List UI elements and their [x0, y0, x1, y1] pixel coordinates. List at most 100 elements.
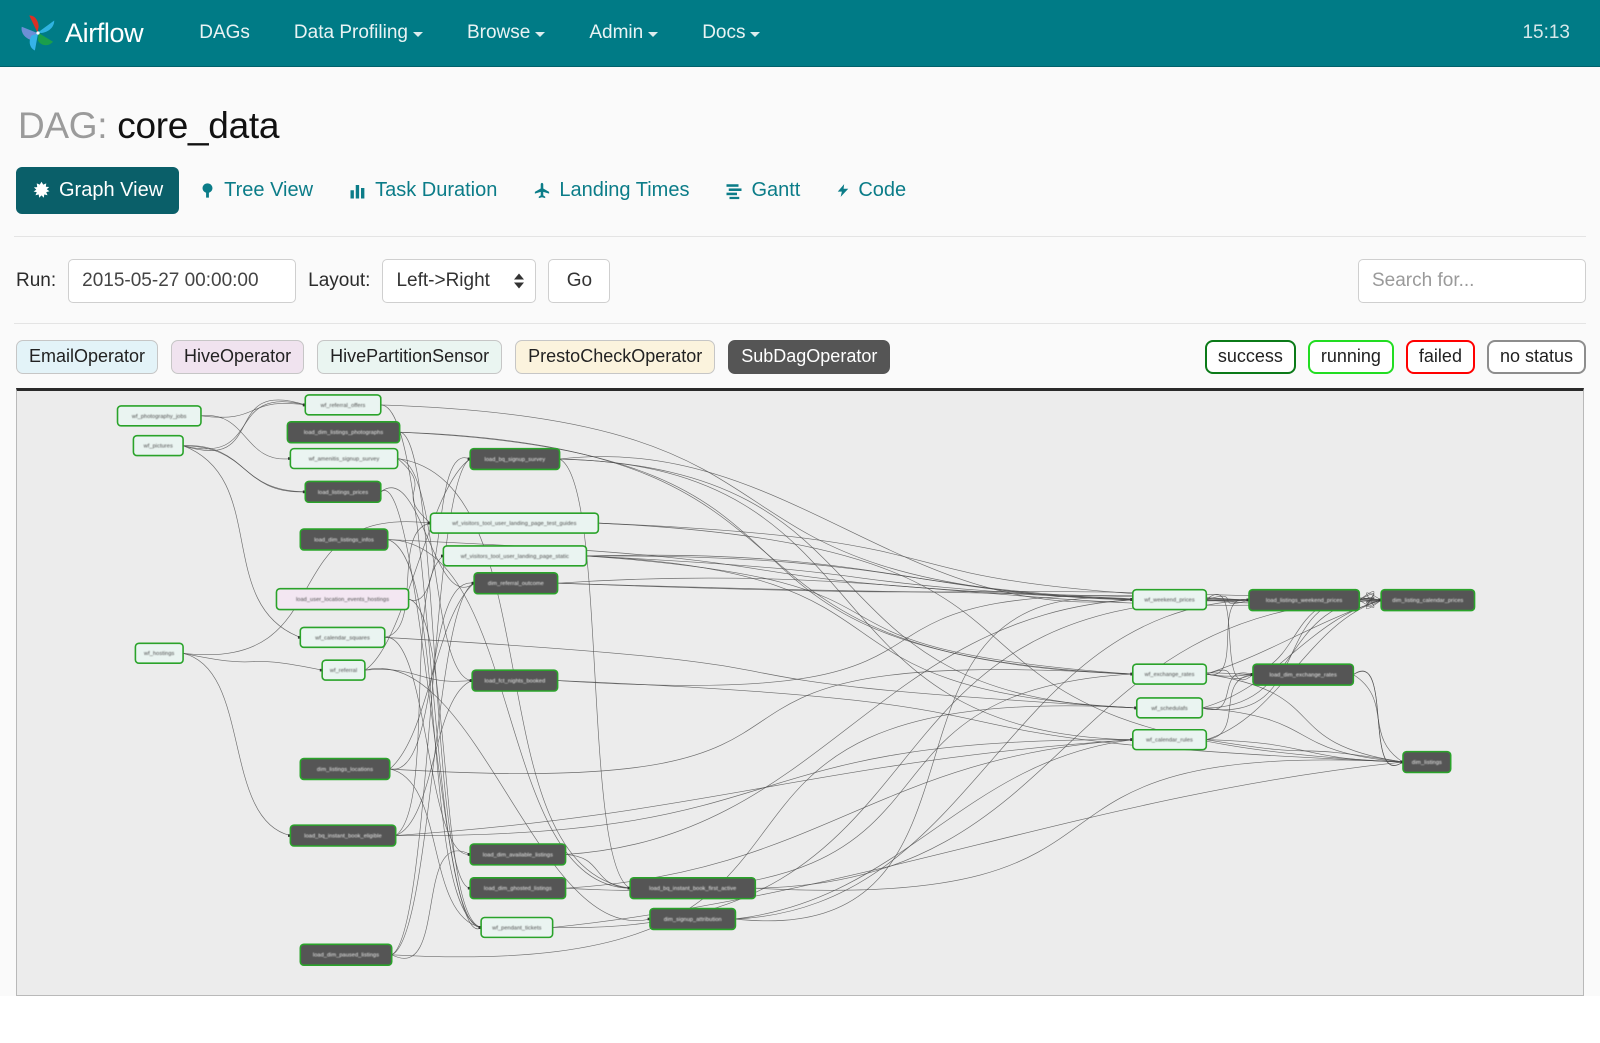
graph-node-box[interactable] [300, 944, 391, 965]
graph-node[interactable]: dim_listing_calendar_prices [1381, 590, 1474, 611]
graph-node[interactable]: load_dim_listings_photographs [287, 422, 399, 443]
layout-select-value[interactable]: Left->Right [382, 259, 536, 303]
graph-node-box[interactable] [630, 878, 755, 899]
tab-graph-view[interactable]: Graph View [16, 167, 179, 214]
graph-node-box[interactable] [290, 825, 395, 846]
graph-node[interactable]: load_listings_weekend_prices [1249, 590, 1359, 611]
graph-node[interactable]: load_bq_instant_book_first_active [630, 878, 755, 899]
graph-node[interactable]: wf_pendant_tickets [481, 917, 553, 937]
layout-select[interactable]: Left->Right [382, 259, 536, 303]
graph-node[interactable]: dim_listings [1403, 752, 1451, 773]
graph-node[interactable]: wf_visitors_tool_user_landing_page_test_… [430, 513, 598, 533]
graph-edge [390, 769, 481, 927]
graph-node-box[interactable] [135, 643, 183, 663]
graph-node[interactable]: load_user_location_events_hostings [276, 589, 408, 610]
legend-operator-subdagoperator[interactable]: SubDagOperator [728, 340, 890, 374]
graph-node-box[interactable] [118, 406, 201, 426]
brand-home-link[interactable]: Airflow [18, 13, 143, 53]
legend-status-success[interactable]: success [1205, 340, 1296, 374]
graph-node[interactable]: load_dim_exchange_rates [1253, 664, 1353, 685]
legend-status-no-status[interactable]: no status [1487, 340, 1586, 374]
legend-operator-hivepartitionsensor[interactable]: HivePartitionSensor [317, 340, 502, 374]
graph-node-box[interactable] [1381, 590, 1474, 611]
graph-node-box[interactable] [472, 670, 557, 691]
graph-node-box[interactable] [276, 589, 408, 610]
tab-gantt[interactable]: Gantt [709, 167, 816, 214]
legend-operator-prestocheckoperator[interactable]: PrestoCheckOperator [515, 340, 715, 374]
graph-node[interactable]: dim_listings_locations [300, 758, 389, 779]
tab-landing-times[interactable]: Landing Times [517, 167, 705, 214]
legend-operator-emailoperator[interactable]: EmailOperator [16, 340, 158, 374]
dag-graph-svg[interactable]: wf_photography_jobs wf_pictures wf_referra… [17, 391, 1583, 995]
graph-node[interactable]: load_dim_listings_infos [300, 529, 387, 550]
legend-operator-hiveoperator[interactable]: HiveOperator [171, 340, 304, 374]
tab-tree-view[interactable]: Tree View [183, 167, 329, 214]
graph-node-box[interactable] [305, 395, 381, 415]
nav-item-browse[interactable]: Browse [445, 12, 567, 54]
graph-node-box[interactable] [470, 449, 559, 470]
tab-task-duration[interactable]: Task Duration [333, 167, 513, 214]
run-input[interactable] [68, 259, 296, 303]
graph-node[interactable]: wf_hostings [135, 643, 183, 663]
graph-node-box[interactable] [1403, 752, 1451, 773]
graph-node[interactable]: load_bq_signup_survey [470, 449, 559, 470]
search-input[interactable] [1358, 259, 1586, 303]
graph-node[interactable]: wf_calendar_rules [1133, 730, 1207, 750]
graph-node-box[interactable] [443, 546, 586, 566]
graph-node-box[interactable] [470, 844, 565, 865]
graph-node[interactable]: wf_referral [322, 660, 365, 680]
graph-node-box[interactable] [1253, 664, 1353, 685]
graph-node-box[interactable] [470, 878, 565, 899]
dag-graph-canvas[interactable]: wf_photography_jobs wf_pictures wf_referra… [16, 388, 1584, 996]
graph-node-box[interactable] [481, 917, 553, 937]
nav-item-docs[interactable]: Docs [680, 12, 782, 54]
tab-code[interactable]: Code [820, 167, 922, 214]
nav-item-dags[interactable]: DAGs [177, 12, 272, 54]
graph-node-box[interactable] [650, 908, 735, 929]
graph-node[interactable]: load_dim_ghosted_listings [470, 878, 565, 899]
nav-item-data-profiling[interactable]: Data Profiling [272, 12, 445, 54]
graph-node[interactable]: load_dim_available_listings [470, 844, 565, 865]
graph-edge [1206, 674, 1403, 762]
graph-node-box[interactable] [287, 422, 399, 443]
brand-text: Airflow [65, 18, 143, 49]
graph-node[interactable]: wf_photography_jobs [118, 406, 201, 426]
nav-item-admin[interactable]: Admin [567, 12, 680, 54]
graph-node-box[interactable] [300, 758, 389, 779]
tab-label: Tree View [224, 179, 313, 202]
graph-edge [1202, 598, 1381, 710]
legend-status-running[interactable]: running [1308, 340, 1394, 374]
graph-node[interactable]: dim_signup_attribution [650, 908, 735, 929]
graph-node-box[interactable] [300, 627, 384, 647]
graph-node-box[interactable] [474, 573, 557, 594]
graph-node[interactable]: wf_amenitis_signup_survey [290, 449, 397, 469]
legend-status-failed[interactable]: failed [1406, 340, 1475, 374]
graph-node[interactable]: load_dim_paused_listings [300, 944, 391, 965]
graph-node-box[interactable] [430, 513, 598, 533]
graph-node[interactable]: wf_pictures [133, 436, 183, 456]
graph-node-box[interactable] [322, 660, 365, 680]
graph-node[interactable]: wf_calendar_squares [300, 627, 384, 647]
graph-node[interactable]: wf_exchange_rates [1133, 664, 1207, 684]
graph-node[interactable]: wf_weekend_prices [1133, 590, 1207, 610]
graph-node[interactable]: wf_visitors_tool_user_landing_page_stati… [443, 546, 586, 566]
graph-node[interactable]: load_listings_prices [305, 481, 381, 502]
graph-node-box[interactable] [1137, 698, 1203, 718]
graph-node[interactable]: load_bq_instant_book_eligible [290, 825, 395, 846]
go-button[interactable]: Go [548, 259, 610, 303]
graph-node[interactable]: wf_referral_offers [305, 395, 381, 415]
graph-node-box[interactable] [1133, 664, 1207, 684]
graph-node[interactable]: wf_schedulafs [1137, 698, 1203, 718]
graph-node-box[interactable] [1249, 590, 1359, 611]
tree-icon [199, 181, 216, 200]
graph-node-box[interactable] [1133, 590, 1207, 610]
graph-node-box[interactable] [305, 481, 381, 502]
graph-edge [598, 523, 1249, 600]
select-spinner-icon [514, 274, 524, 289]
graph-node[interactable]: load_fct_nights_booked [472, 670, 557, 691]
graph-node[interactable]: dim_referral_outcome [474, 573, 557, 594]
graph-node-box[interactable] [290, 449, 397, 469]
graph-node-box[interactable] [133, 436, 183, 456]
graph-node-box[interactable] [300, 529, 387, 550]
graph-node-box[interactable] [1133, 730, 1207, 750]
